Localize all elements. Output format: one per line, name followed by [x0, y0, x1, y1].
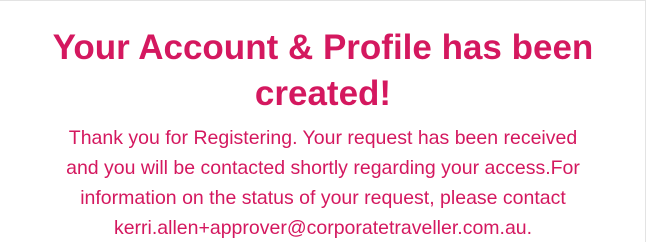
- title-line-1: Your Account & Profile has been: [52, 28, 594, 67]
- contact-email: kerri.allen+approver@corporatetraveller.…: [113, 217, 533, 239]
- confirmation-panel: Your Account & Profile has been created!…: [0, 0, 646, 242]
- message-line-2: and you will be contacted shortly regard…: [66, 157, 580, 179]
- title-line-2: created!: [254, 74, 392, 113]
- message-line-1: Thank you for Registering. Your request …: [68, 127, 578, 149]
- confirmation-message: Thank you for Registering. Your request …: [0, 123, 646, 243]
- page-title: Your Account & Profile has been created!: [0, 25, 646, 117]
- message-line-3: information on the status of your reques…: [80, 187, 566, 209]
